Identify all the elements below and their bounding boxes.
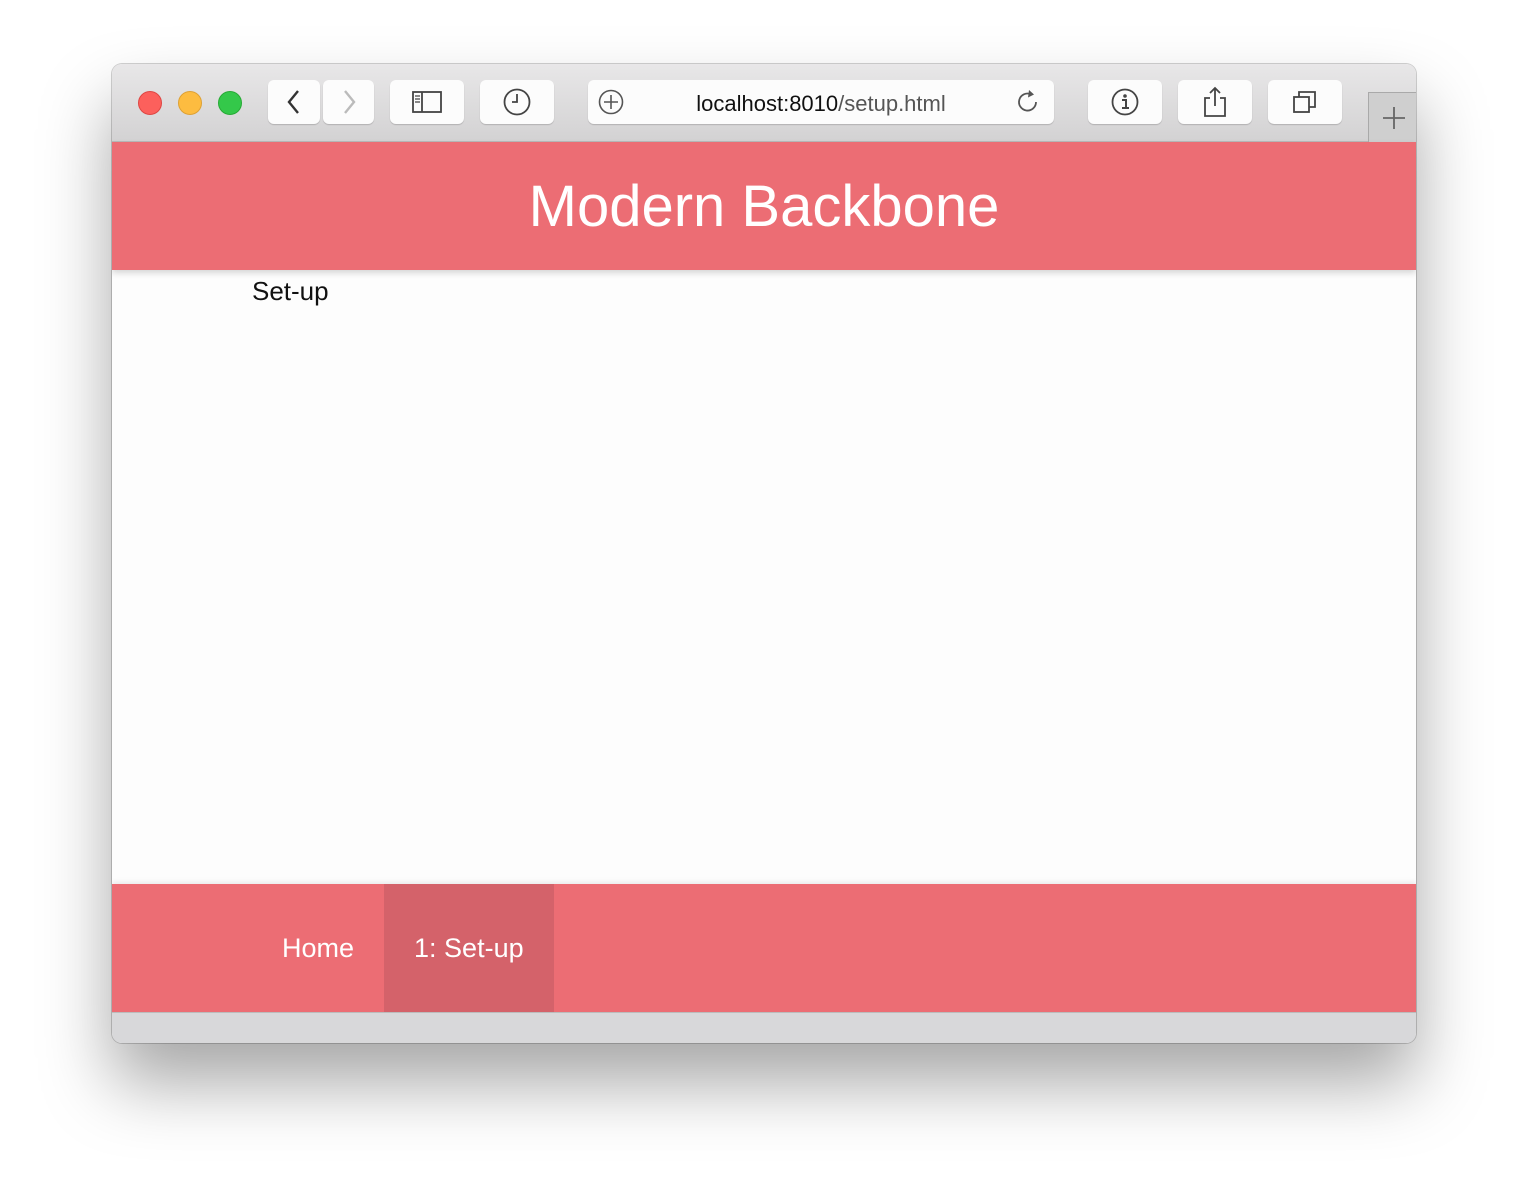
history-button[interactable] — [480, 80, 554, 124]
address-bar[interactable]: localhost:8010/setup.html — [588, 80, 1054, 124]
forward-button[interactable] — [323, 80, 374, 124]
back-button[interactable] — [268, 80, 320, 124]
minimize-window-button[interactable] — [178, 91, 202, 115]
chevron-right-icon — [343, 90, 356, 114]
url-text[interactable]: localhost:8010/setup.html — [588, 91, 1054, 117]
footer-nav: Home 1: Set-up — [252, 884, 554, 1012]
info-icon — [1111, 88, 1139, 116]
plus-icon — [1382, 106, 1405, 129]
tab-overview-button[interactable] — [1268, 80, 1342, 124]
share-icon — [1204, 86, 1226, 117]
nav-item-home[interactable]: Home — [252, 884, 384, 1012]
section-label: Set-up — [252, 276, 329, 306]
close-window-button[interactable] — [138, 91, 162, 115]
page-title: Modern Backbone — [528, 173, 1000, 239]
footer-nav-bar: Home 1: Set-up — [112, 884, 1416, 1012]
main-content: Set-up — [112, 270, 1416, 884]
share-button[interactable] — [1178, 80, 1252, 124]
reload-icon[interactable] — [1014, 88, 1042, 116]
chevron-left-icon — [287, 90, 299, 114]
maximize-window-button[interactable] — [218, 91, 242, 115]
clock-icon — [503, 88, 531, 116]
status-bar — [112, 1012, 1416, 1043]
browser-toolbar: localhost:8010/setup.html — [112, 64, 1416, 142]
tabs-icon — [1293, 91, 1316, 113]
site-header: Modern Backbone — [112, 142, 1416, 270]
sidebar-icon — [412, 91, 442, 113]
new-tab-button[interactable] — [1368, 92, 1416, 142]
browser-window: localhost:8010/setup.html Modern Backbon… — [112, 64, 1416, 1043]
url-host: localhost:8010 — [696, 91, 839, 116]
url-path: /setup.html — [838, 91, 946, 116]
reader-info-button[interactable] — [1088, 80, 1162, 124]
nav-item-setup[interactable]: 1: Set-up — [384, 884, 554, 1012]
sidebar-toggle-button[interactable] — [390, 80, 464, 124]
